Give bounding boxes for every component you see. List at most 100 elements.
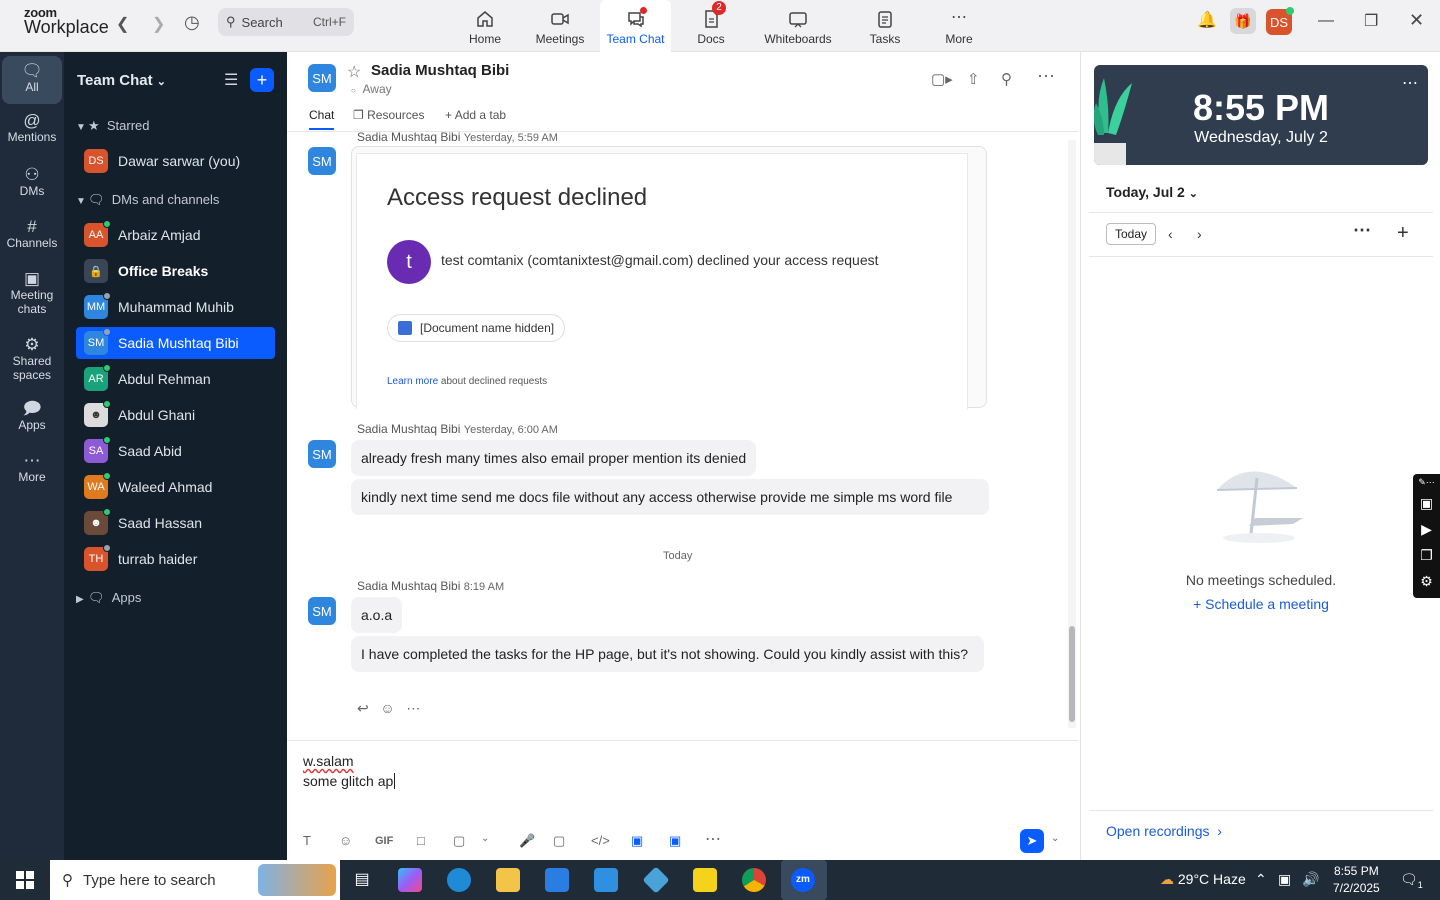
volume-icon[interactable]: 🔊 [1302, 871, 1319, 888]
gear-icon[interactable]: ⚙ [1413, 568, 1440, 594]
chevron-right-icon[interactable]: › [1197, 226, 1202, 242]
forward-arrow-icon[interactable]: ❯ [152, 14, 165, 34]
gift-icon[interactable]: 🎁 [1230, 8, 1256, 34]
avatar[interactable]: SM [308, 147, 336, 175]
history-icon[interactable]: ◷ [184, 12, 200, 33]
reply-icon[interactable]: ↩ [357, 700, 369, 716]
filter-icon[interactable]: ☰ [224, 70, 238, 90]
tab-home[interactable]: Home [460, 0, 510, 52]
store-icon[interactable] [545, 868, 569, 892]
more-dots-icon[interactable]: ⋯ [1353, 220, 1371, 241]
search-icon[interactable]: ⚲ [1001, 70, 1012, 88]
chevron-down-icon[interactable]: ⌄ [481, 833, 489, 844]
section-dms[interactable]: ▼ 🗨 DMs and channels [76, 192, 219, 208]
rail-shared-spaces[interactable]: ⚙ Shared spaces [2, 336, 62, 382]
chat-avatar[interactable]: SM [308, 64, 336, 92]
add-icon[interactable]: + [1397, 222, 1409, 245]
tab-more[interactable]: ⋯ More [940, 0, 978, 52]
sidebar-title[interactable]: Team Chat ⌄ [77, 72, 166, 89]
bell-icon[interactable]: 🔔 [1197, 10, 1217, 30]
new-chat-button[interactable]: + [250, 68, 274, 92]
sidebar-item-saad-hassan[interactable]: ☻ Saad Hassan [76, 507, 275, 539]
avatar[interactable]: SM [308, 597, 336, 625]
zoom-icon[interactable]: zm [791, 868, 815, 892]
sidebar-item-saad-abid[interactable]: SA Saad Abid [76, 435, 275, 467]
day-selector[interactable]: Today, Jul 2 ⌄ [1106, 184, 1198, 200]
back-arrow-icon[interactable]: ❮ [116, 14, 129, 34]
message-scrollbar[interactable] [1068, 140, 1076, 728]
more-dots-icon[interactable]: ⋯ [1037, 66, 1055, 87]
mail-icon[interactable] [594, 868, 618, 892]
message-bubble[interactable]: already fresh many times also email prop… [351, 440, 757, 476]
task-view-icon[interactable]: ▤ [350, 868, 374, 892]
tab-tasks[interactable]: Tasks [864, 0, 906, 52]
tab-docs[interactable]: 2 Docs [688, 0, 734, 52]
weather-widget[interactable]: ☁ 29°C Haze [1160, 871, 1246, 888]
sidebar-item-dawar[interactable]: DS Dawar sarwar (you) [76, 145, 275, 177]
sidebar-item-muhib[interactable]: MM Muhammad Muhib [76, 291, 275, 323]
chevron-down-icon[interactable]: ⌄ [1051, 833, 1059, 844]
message-bubble[interactable]: kindly next time send me docs file witho… [351, 479, 989, 515]
tab-team-chat[interactable]: Team Chat [600, 0, 671, 52]
chat-title[interactable]: Sadia Mushtaq Bibi [371, 62, 509, 79]
section-apps[interactable]: ▶ 🗨 Apps [76, 590, 141, 606]
schedule-meeting-link[interactable]: + Schedule a meeting [1081, 596, 1440, 612]
sidebar-item-abdul-ghani[interactable]: ☻ Abdul Ghani [76, 399, 275, 431]
gif-icon[interactable]: GIF [375, 835, 393, 847]
text-format-icon[interactable]: T [303, 833, 311, 848]
sidebar-item-turrab[interactable]: TH turrab haider [76, 543, 275, 575]
chevron-up-icon[interactable]: ⌃ [1255, 871, 1267, 888]
edge-icon[interactable] [447, 868, 471, 892]
pin-icon[interactable]: ✎⋯ [1413, 474, 1440, 490]
code-icon[interactable]: </> [591, 833, 610, 848]
network-icon[interactable]: ▣ [1278, 871, 1291, 888]
video-message-icon[interactable]: ▢ [553, 833, 565, 849]
notification-icon[interactable]: 🗨1 [1400, 871, 1423, 890]
windows-start-icon[interactable] [16, 871, 34, 889]
document-chip[interactable]: [Document name hidden] [387, 314, 566, 342]
rail-apps[interactable]: 🗩 Apps [2, 400, 62, 432]
open-recordings-link[interactable]: Open recordings › [1106, 823, 1222, 839]
system-clock[interactable]: 8:55 PM 7/2/2025 [1333, 863, 1380, 897]
search-highlight-image[interactable] [258, 864, 336, 896]
rail-more[interactable]: ⋯ More [2, 452, 62, 484]
sidebar-item-arbaiz[interactable]: AA Arbaiz Amjad [76, 219, 275, 251]
app-icon[interactable]: ▣ [669, 833, 681, 849]
restore-icon[interactable]: ❐ [1364, 11, 1378, 31]
tab-meetings[interactable]: Meetings [529, 0, 591, 52]
today-button[interactable]: Today [1106, 223, 1157, 245]
sticky-notes-icon[interactable] [693, 868, 717, 892]
section-starred[interactable]: ▼ ★ Starred [76, 118, 150, 134]
screenshot-icon[interactable]: ▢ [453, 833, 465, 849]
file-icon[interactable]: □ [417, 833, 425, 848]
rail-mentions[interactable]: @ Mentions [2, 112, 62, 144]
minimize-icon[interactable]: — [1318, 12, 1334, 30]
video-record-icon[interactable]: ▶ [1413, 516, 1440, 542]
app-icon[interactable]: ▣ [631, 833, 643, 849]
rail-all[interactable]: 🗨 All [2, 56, 62, 104]
message-bubble[interactable]: I have completed the tasks for the HP pa… [351, 636, 984, 672]
sidebar-item-waleed[interactable]: WA Waleed Ahmad [76, 471, 275, 503]
sidebar-item-abdul-rehman[interactable]: AR Abdul Rehman [76, 363, 275, 395]
video-camera-icon[interactable]: ▢▸ [931, 70, 953, 88]
tab-add[interactable]: + Add a tab [445, 108, 506, 122]
message-bubble[interactable]: a.o.a [351, 597, 403, 633]
avatar[interactable]: SM [308, 440, 336, 468]
share-screen-icon[interactable]: ⇧ [967, 70, 980, 88]
close-icon[interactable]: ✕ [1409, 10, 1424, 31]
microphone-icon[interactable]: 🎤 [519, 833, 535, 849]
emoji-icon[interactable]: ☺ [339, 833, 352, 848]
star-icon[interactable]: ☆ [347, 62, 361, 82]
window-icon[interactable]: ❐ [1413, 542, 1440, 568]
copilot-icon[interactable] [398, 868, 422, 892]
tab-whiteboards[interactable]: Whiteboards [760, 0, 836, 52]
more-dots-icon[interactable]: ⋯ [406, 700, 420, 716]
tab-chat[interactable]: Chat [309, 108, 335, 130]
rail-meeting-chats[interactable]: ▣ Meeting chats [2, 270, 62, 316]
more-dots-icon[interactable]: ⋯ [705, 829, 721, 849]
learn-more-link[interactable]: Learn more [387, 376, 438, 387]
file-explorer-icon[interactable] [496, 868, 520, 892]
send-button[interactable]: ➤ [1020, 829, 1044, 853]
rail-dms[interactable]: ⚇ DMs [2, 166, 62, 198]
chrome-icon[interactable] [742, 868, 766, 892]
